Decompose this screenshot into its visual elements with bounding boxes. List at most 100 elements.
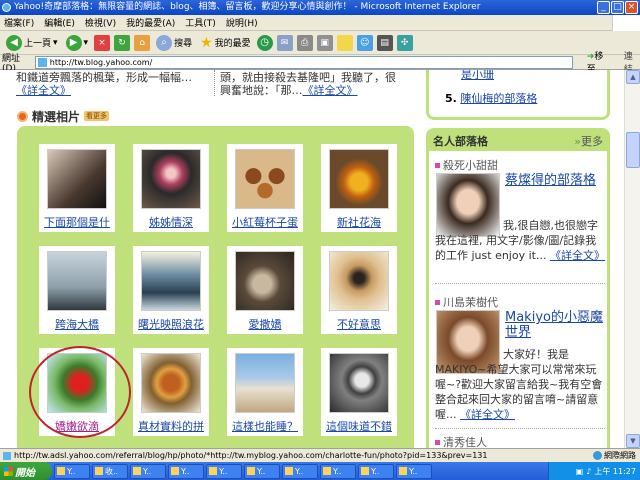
mid-more-link[interactable]: 《詳全文》 xyxy=(303,84,358,97)
photo-thumbnail[interactable] xyxy=(235,251,295,311)
menu-file[interactable]: 檔案(F) xyxy=(4,16,34,29)
window-titlebar: Yahoo!奇摩部落格：無限容量的網誌、blog、相簿、留言板，歡迎分享心情與創… xyxy=(0,0,640,15)
photo-thumbnail[interactable] xyxy=(329,251,389,311)
maximize-button[interactable]: □ xyxy=(611,1,624,14)
photo-thumbnail[interactable] xyxy=(47,149,107,209)
page-icon xyxy=(3,451,11,460)
back-button[interactable]: ◀ 上一頁 ▾ xyxy=(4,33,60,53)
scroll-thumb[interactable] xyxy=(626,132,640,168)
search-icon: ⌕ xyxy=(156,34,173,51)
volume-icon[interactable]: ♪ xyxy=(586,467,591,476)
photo-card[interactable]: 下面那個是什 xyxy=(39,144,115,232)
menu-bar: 檔案(F) 編輯(E) 檢視(V) 我的最愛(A) 工具(T) 說明(H) xyxy=(0,15,640,31)
photo-caption[interactable]: 新社花海 xyxy=(321,214,397,230)
blog-more-link[interactable]: 《詳全文》 xyxy=(550,249,605,262)
star-icon: ★ xyxy=(200,34,213,51)
taskbar-item[interactable]: 收.. xyxy=(92,463,128,479)
taskbar-item[interactable]: Y.. xyxy=(358,463,394,479)
photo-card[interactable]: 真材實料的拼 xyxy=(133,348,209,436)
photo-caption[interactable]: 這個味道不錯 xyxy=(321,418,397,434)
scroll-up-button[interactable]: ▲ xyxy=(626,70,640,84)
menu-edit[interactable]: 編輯(E) xyxy=(44,16,75,29)
photo-caption[interactable]: 曙光映照浪花 xyxy=(133,316,209,332)
ranking-item-4[interactable]: 是小珊 xyxy=(461,70,494,82)
print-icon[interactable]: ⎙ xyxy=(296,34,313,51)
photo-thumbnail[interactable] xyxy=(329,149,389,209)
photo-card[interactable]: 姊姊情深 xyxy=(133,144,209,232)
menu-tools[interactable]: 工具(T) xyxy=(185,16,216,29)
msn-icon[interactable]: ✣ xyxy=(396,34,413,51)
network-icon[interactable]: ▣ xyxy=(576,467,584,476)
photo-caption[interactable]: 愛撒嬌 xyxy=(227,316,303,332)
history-icon[interactable]: ◷ xyxy=(256,34,273,51)
blog-category: 清秀佳人 xyxy=(435,434,487,448)
taskbar-item[interactable]: Y.. xyxy=(244,463,280,479)
photo-card[interactable]: 不好意思 xyxy=(321,246,397,334)
windows-logo xyxy=(612,15,640,31)
discuss-icon[interactable] xyxy=(336,34,353,51)
photo-thumbnail[interactable] xyxy=(141,149,201,209)
column-divider xyxy=(214,70,215,96)
photo-thumbnail[interactable] xyxy=(141,251,201,311)
photo-caption[interactable]: 姊姊情深 xyxy=(133,214,209,230)
photo-card[interactable]: 這個味道不錯 xyxy=(321,348,397,436)
favorites-button[interactable]: ★ 我的最愛 xyxy=(198,33,253,53)
photo-thumbnail[interactable] xyxy=(235,149,295,209)
famous-more-link[interactable]: »更多 xyxy=(574,133,603,149)
minimize-button[interactable]: _ xyxy=(597,1,610,14)
research-icon[interactable]: ▤ xyxy=(376,34,393,51)
photo-caption[interactable]: 真材實料的拼 xyxy=(133,418,209,434)
photo-thumbnail[interactable] xyxy=(141,353,201,413)
address-bar: 網址(D) http://tw.blog.yahoo.com/ ➜移至 連結 xyxy=(0,52,640,75)
search-button[interactable]: ⌕ 搜尋 xyxy=(154,33,194,53)
taskbar-item[interactable]: Y.. xyxy=(130,463,166,479)
taskbar-item[interactable]: Y.. xyxy=(320,463,356,479)
mail-icon[interactable]: ✉ xyxy=(276,34,293,51)
close-button[interactable]: × xyxy=(625,1,638,14)
status-url: http://tw.adsl.yahoo.com/referral/blog/h… xyxy=(14,451,488,460)
vertical-scrollbar[interactable]: ▲ ▼ xyxy=(624,70,640,448)
scroll-down-button[interactable]: ▼ xyxy=(626,434,640,448)
stop-icon[interactable]: × xyxy=(94,34,111,51)
bullet-icon xyxy=(17,110,28,122)
left-more-link[interactable]: 《詳全文》 xyxy=(16,84,71,97)
menu-help[interactable]: 說明(H) xyxy=(226,16,258,29)
photo-card[interactable]: 跨海大橋 xyxy=(39,246,115,334)
photo-caption[interactable]: 不好意思 xyxy=(321,316,397,332)
refresh-icon[interactable]: ↻ xyxy=(114,34,131,51)
photo-card[interactable]: 新社花海 xyxy=(321,144,397,232)
blog-title-link[interactable]: 蔡燦得的部落格 xyxy=(505,173,605,188)
photo-card[interactable]: 愛撒嬌 xyxy=(227,246,303,334)
photo-thumbnail[interactable] xyxy=(235,353,295,413)
taskbar-item[interactable]: Y.. xyxy=(168,463,204,479)
photo-card[interactable]: 這樣也能睡？ xyxy=(227,348,303,436)
photo-caption[interactable]: 跨海大橋 xyxy=(39,316,115,332)
address-input[interactable]: http://tw.blog.yahoo.com/ xyxy=(34,55,573,69)
forward-button[interactable]: ▶ ▾ xyxy=(64,33,91,53)
menu-view[interactable]: 檢視(V) xyxy=(85,16,116,29)
taskbar-item[interactable]: Y.. xyxy=(282,463,318,479)
famous-blogs-title: 名人部落格 xyxy=(433,135,488,148)
edit-icon[interactable]: ▣ xyxy=(316,34,333,51)
taskbar-item[interactable]: Y.. xyxy=(54,463,90,479)
photo-caption[interactable]: 下面那個是什 xyxy=(39,214,115,230)
photo-card[interactable]: 曙光映照浪花 xyxy=(133,246,209,334)
home-icon[interactable]: ⌂ xyxy=(134,34,151,51)
start-button[interactable]: 開始 xyxy=(0,462,52,480)
blog-more-link[interactable]: 《詳全文》 xyxy=(460,408,515,421)
ranking-item-5[interactable]: 陳仙梅的部落格 xyxy=(460,92,537,105)
clock: 上午 11:27 xyxy=(594,466,636,476)
photo-caption[interactable]: 小紅莓杯子蛋 xyxy=(227,214,303,230)
menu-favorites[interactable]: 我的最愛(A) xyxy=(126,16,175,29)
photo-caption[interactable]: 這樣也能睡？ xyxy=(227,418,303,434)
more-photos-badge[interactable]: 看更多 xyxy=(84,111,110,121)
taskbar-item[interactable]: Y.. xyxy=(396,463,432,479)
blog-title-link[interactable]: Makiyo的小惡魔世界 xyxy=(505,310,605,340)
messenger-icon[interactable]: ☺ xyxy=(356,34,373,51)
taskbar-item[interactable]: Y.. xyxy=(206,463,242,479)
photo-thumbnail[interactable] xyxy=(47,251,107,311)
photo-thumbnail[interactable] xyxy=(329,353,389,413)
photo-card[interactable]: 小紅莓杯子蛋 xyxy=(227,144,303,232)
windows-flag-icon xyxy=(4,466,13,476)
globe-icon xyxy=(593,451,602,460)
